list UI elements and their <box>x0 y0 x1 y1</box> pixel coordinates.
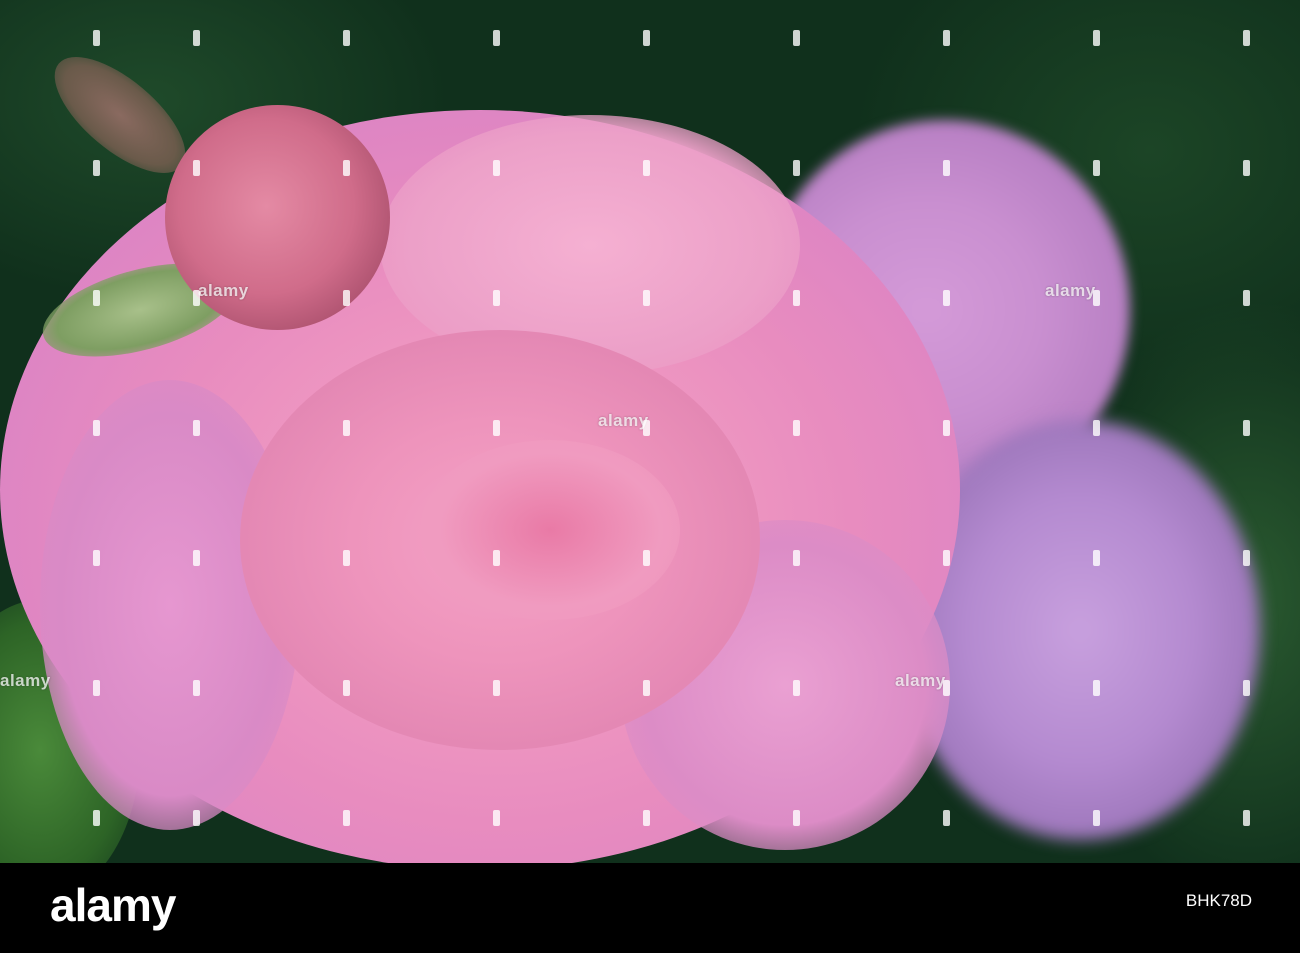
watermark-mark <box>943 420 950 436</box>
watermark-mark <box>943 160 950 176</box>
watermark-mark <box>1243 810 1250 826</box>
watermark-mark <box>1093 550 1100 566</box>
watermark-mark <box>793 420 800 436</box>
watermark-mark <box>93 420 100 436</box>
watermark-mark <box>1243 680 1250 696</box>
watermark-mark <box>1093 290 1100 306</box>
watermark-mark <box>793 30 800 46</box>
rose-photo: alamy alamy alamy alamy alamy <box>0 0 1300 863</box>
watermark-mark <box>1093 160 1100 176</box>
watermark-mark <box>1243 420 1250 436</box>
watermark-mark <box>793 290 800 306</box>
watermark-mark <box>943 290 950 306</box>
watermark-mark <box>193 30 200 46</box>
watermark: alamy <box>1045 281 1096 300</box>
watermark-mark <box>493 810 500 826</box>
image-code: BHK78D <box>1185 891 1252 910</box>
watermark-mark <box>943 30 950 46</box>
watermark-mark <box>193 420 200 436</box>
watermark-mark <box>943 680 950 696</box>
watermark: alamy <box>0 671 51 690</box>
watermark-mark <box>193 810 200 826</box>
watermark-mark <box>1243 550 1250 566</box>
watermark-mark <box>1243 160 1250 176</box>
watermark-mark <box>193 680 200 696</box>
watermark-mark <box>343 30 350 46</box>
watermark-mark <box>643 550 650 566</box>
watermark-mark <box>343 420 350 436</box>
watermark-mark <box>93 160 100 176</box>
watermark-mark <box>1243 30 1250 46</box>
watermark-mark <box>643 30 650 46</box>
watermark-mark <box>343 810 350 826</box>
rose-center <box>420 440 680 620</box>
watermark-mark <box>493 290 500 306</box>
watermark-mark <box>1243 290 1250 306</box>
watermark-mark <box>343 550 350 566</box>
watermark-mark <box>1093 30 1100 46</box>
watermark-mark <box>643 160 650 176</box>
watermark: alamy <box>598 411 649 430</box>
watermark-mark <box>343 290 350 306</box>
watermark-mark <box>93 290 100 306</box>
watermark-mark <box>493 30 500 46</box>
watermark-mark <box>93 680 100 696</box>
watermark-mark <box>793 550 800 566</box>
watermark-mark <box>643 680 650 696</box>
watermark-mark <box>343 680 350 696</box>
watermark-mark <box>93 550 100 566</box>
watermark-mark <box>93 30 100 46</box>
watermark-mark <box>1093 810 1100 826</box>
watermark-mark <box>793 160 800 176</box>
watermark-mark <box>193 160 200 176</box>
footer-bar <box>0 863 1300 953</box>
watermark: alamy <box>198 281 249 300</box>
watermark-mark <box>793 810 800 826</box>
watermark-mark <box>493 420 500 436</box>
watermark-mark <box>493 160 500 176</box>
alamy-logo: alamy <box>50 879 176 931</box>
watermark-mark <box>793 680 800 696</box>
watermark-mark <box>493 550 500 566</box>
watermark-mark <box>943 810 950 826</box>
watermark-mark <box>1093 680 1100 696</box>
watermark-mark <box>643 290 650 306</box>
watermark-mark <box>93 810 100 826</box>
watermark-mark <box>943 550 950 566</box>
watermark-mark <box>193 290 200 306</box>
watermark-mark <box>643 420 650 436</box>
watermark-mark <box>643 810 650 826</box>
watermark-mark <box>1093 420 1100 436</box>
watermark-mark <box>193 550 200 566</box>
watermark-mark <box>493 680 500 696</box>
watermark-mark <box>343 160 350 176</box>
watermark: alamy <box>895 671 946 690</box>
